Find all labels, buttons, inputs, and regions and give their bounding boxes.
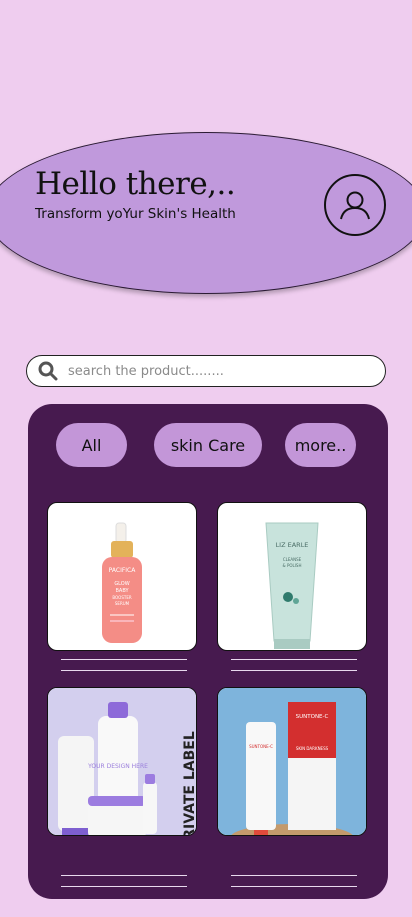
product-name-placeholder (61, 875, 187, 876)
product-name-placeholder (61, 659, 187, 660)
product-card-private-label[interactable]: YOUR DESIGN HERE PRIVATE LABEL (47, 687, 197, 836)
product-card-serum[interactable]: PACIFICA GLOW BABY BOOSTER SERUM (47, 502, 197, 651)
category-skin-care-button[interactable]: skin Care (154, 423, 262, 467)
search-icon (38, 361, 58, 381)
category-all-button[interactable]: All (56, 423, 127, 467)
svg-text:SUNTONE-C: SUNTONE-C (249, 744, 273, 749)
product-image-serum: PACIFICA GLOW BABY BOOSTER SERUM (102, 522, 142, 643)
search-bar[interactable] (26, 355, 386, 387)
product-card-sunscreen[interactable]: SUNTONE-C SKIN DARKNESS SUNTONE-C (217, 687, 367, 836)
product-brand-text: LIZ EARLE (276, 541, 309, 549)
svg-text:CLEANSE: CLEANSE (283, 557, 302, 562)
product-price-placeholder (231, 670, 357, 671)
svg-text:BOOSTER: BOOSTER (112, 595, 131, 600)
product-design-text: YOUR DESIGN HERE (87, 763, 148, 770)
svg-text:BABY: BABY (115, 588, 129, 594)
product-name-placeholder (231, 659, 357, 660)
svg-text:& POLISH: & POLISH (283, 563, 302, 568)
product-brand-text: PACIFICA (109, 567, 137, 574)
svg-text:GLOW: GLOW (114, 581, 129, 587)
profile-button[interactable] (324, 174, 386, 236)
greeting-subtitle: Transform yoYur Skin's Health (35, 206, 236, 222)
greeting-title: Hello there,.. (35, 166, 236, 202)
product-price-placeholder (61, 670, 187, 671)
product-brand-text: SUNTONE-C (296, 714, 329, 720)
search-input[interactable] (66, 362, 360, 380)
product-name-placeholder (231, 875, 357, 876)
product-claim-text: SKIN DARKNESS (296, 746, 329, 751)
product-image-private-label: YOUR DESIGN HERE PRIVATE LABEL (48, 688, 196, 836)
product-image-sunscreen: SUNTONE-C SKIN DARKNESS SUNTONE-C (218, 688, 366, 835)
product-price-placeholder (61, 886, 187, 887)
svg-text:SERUM: SERUM (115, 601, 130, 606)
category-more-button[interactable]: more.. (285, 423, 356, 467)
product-price-placeholder (231, 886, 357, 887)
product-brand-text: PRIVATE LABEL (182, 731, 196, 836)
product-card-cleanser[interactable]: LIZ EARLE CLEANSE & POLISH (217, 502, 367, 651)
user-circle-icon (340, 191, 370, 220)
product-image-cleanser: LIZ EARLE CLEANSE & POLISH (265, 522, 319, 649)
